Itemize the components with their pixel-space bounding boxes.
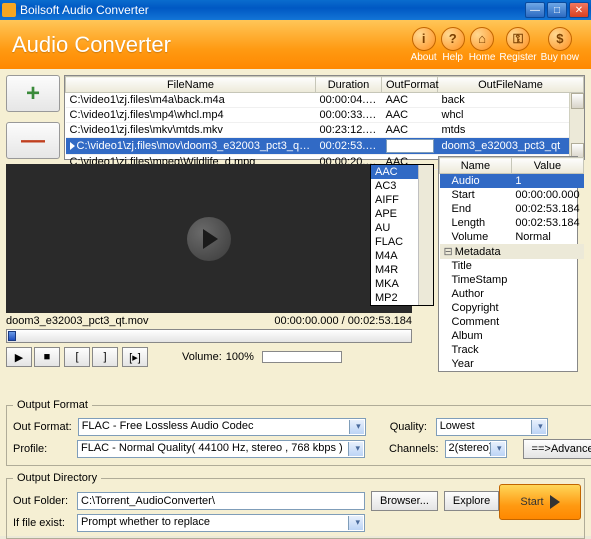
- current-file-label: doom3_e32003_pct3_qt.mov: [6, 315, 149, 327]
- mark-in-button[interactable]: [: [64, 347, 90, 367]
- time-display: 00:00:00.000 / 00:02:53.184: [274, 315, 412, 327]
- metadata-row[interactable]: Album: [440, 329, 584, 343]
- file-table[interactable]: FileName Duration OutFormat OutFileName …: [64, 75, 585, 160]
- metadata-row[interactable]: TimeStamp: [440, 273, 584, 287]
- browser-button[interactable]: Browser...: [371, 491, 438, 511]
- volume-label: Volume:: [182, 351, 222, 363]
- metadata-row[interactable]: Copyright: [440, 301, 584, 315]
- col-outfilename[interactable]: OutFileName: [438, 77, 584, 93]
- range-button[interactable]: [▸]: [122, 347, 148, 367]
- property-row[interactable]: Length00:02:53.184: [440, 216, 584, 230]
- outformat-select[interactable]: FLAC - Free Lossless Audio Codec: [78, 418, 366, 436]
- col-filename[interactable]: FileName: [66, 77, 316, 93]
- info-icon: i: [412, 27, 436, 51]
- property-row[interactable]: End00:02:53.184: [440, 202, 584, 216]
- table-row[interactable]: C:\video1\zj.files\mkv\mtds.mkv00:23:12.…: [66, 123, 584, 138]
- mark-out-button[interactable]: ]: [92, 347, 118, 367]
- remove-file-button[interactable]: —: [6, 122, 60, 159]
- app-title: Audio Converter: [12, 32, 411, 58]
- volume-value: 100%: [226, 351, 254, 363]
- stop-button[interactable]: ■: [34, 347, 60, 367]
- property-row[interactable]: VolumeNormal: [440, 230, 584, 244]
- buy-button[interactable]: $Buy now: [541, 27, 579, 63]
- advance-button[interactable]: ==>Advance: [523, 439, 591, 459]
- app-icon: [2, 3, 16, 17]
- video-preview[interactable]: [6, 164, 412, 313]
- col-name[interactable]: Name: [440, 158, 512, 174]
- metadata-row[interactable]: Comment: [440, 315, 584, 329]
- key-icon: ⚿: [506, 27, 530, 51]
- explore-button[interactable]: Explore: [444, 491, 499, 511]
- property-row[interactable]: Audio1: [440, 174, 584, 189]
- home-button[interactable]: ⌂Home: [469, 27, 496, 63]
- profile-select[interactable]: FLAC - Normal Quality( 44100 Hz, stereo …: [77, 440, 365, 458]
- output-format-group: Output Format Out Format: FLAC - Free Lo…: [6, 399, 591, 466]
- metadata-category[interactable]: Metadata: [440, 244, 584, 259]
- property-row[interactable]: Start00:00:00.000: [440, 188, 584, 202]
- add-file-button[interactable]: +: [6, 75, 60, 112]
- file-exist-select[interactable]: Prompt whether to replace: [77, 514, 365, 532]
- channels-select[interactable]: 2(stereo): [445, 440, 507, 458]
- col-outformat[interactable]: OutFormat: [382, 77, 438, 93]
- window-title: Boilsoft Audio Converter: [20, 3, 525, 17]
- outfolder-input[interactable]: [77, 492, 365, 510]
- table-row[interactable]: C:\video1\zj.files\m4a\back.m4a00:00:04.…: [66, 93, 584, 108]
- maximize-button[interactable]: □: [547, 2, 567, 18]
- col-value[interactable]: Value: [511, 158, 583, 174]
- quality-select[interactable]: Lowest: [436, 418, 548, 436]
- metadata-row[interactable]: Track: [440, 343, 584, 357]
- volume-slider[interactable]: [262, 351, 342, 363]
- cart-icon: $: [548, 27, 572, 51]
- play-overlay-icon[interactable]: [187, 217, 231, 261]
- help-icon: ?: [441, 27, 465, 51]
- table-scrollbar[interactable]: [569, 93, 584, 159]
- register-button[interactable]: ⚿Register: [499, 27, 536, 63]
- properties-panel[interactable]: NameValue Audio1Start00:00:00.000End00:0…: [438, 156, 578, 372]
- table-row[interactable]: C:\video1\zj.files\mp4\whcl.mp400:00:33.…: [66, 108, 584, 123]
- metadata-row[interactable]: Author: [440, 287, 584, 301]
- start-button[interactable]: Start: [499, 484, 581, 520]
- dropdown-scrollbar[interactable]: [418, 165, 433, 305]
- metadata-row[interactable]: Title: [440, 259, 584, 273]
- about-button[interactable]: iAbout: [411, 27, 437, 63]
- metadata-row[interactable]: Year: [440, 357, 584, 371]
- close-button[interactable]: ✕: [569, 2, 589, 18]
- col-duration[interactable]: Duration: [316, 77, 382, 93]
- play-button[interactable]: ▶: [6, 347, 32, 367]
- home-icon: ⌂: [470, 27, 494, 51]
- help-button[interactable]: ?Help: [441, 27, 465, 63]
- format-dropdown[interactable]: AACAC3AIFFAPEAUFLACM4AM4RMKAMP2: [370, 164, 434, 306]
- seek-slider[interactable]: [6, 329, 412, 343]
- table-row[interactable]: C:\video1\zj.files\mov\doom3_e32003_pct3…: [66, 138, 584, 155]
- minimize-button[interactable]: —: [525, 2, 545, 18]
